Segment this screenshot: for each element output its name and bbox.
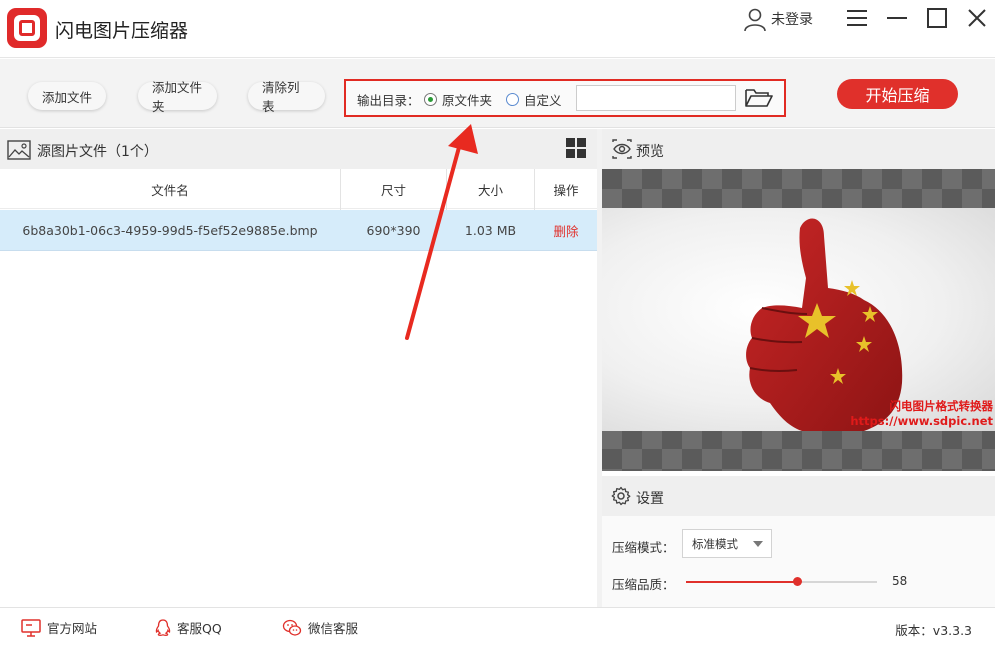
radio-unchecked-icon bbox=[506, 93, 519, 106]
maximize-icon[interactable] bbox=[925, 6, 949, 30]
add-file-button[interactable]: 添加文件 bbox=[28, 82, 106, 110]
compress-mode-value: 标准模式 bbox=[692, 536, 738, 551]
start-compress-button[interactable]: 开始压缩 bbox=[837, 79, 958, 109]
eye-icon bbox=[612, 139, 632, 159]
quality-label: 压缩品质： bbox=[612, 577, 675, 592]
mode-label: 压缩模式： bbox=[612, 540, 675, 555]
file-table-header: 文件名 尺寸 大小 操作 bbox=[0, 169, 597, 209]
radio-custom-folder[interactable]: 自定义 bbox=[506, 90, 562, 109]
wechat-support-link[interactable]: 微信客服 bbox=[282, 618, 358, 637]
quality-slider[interactable] bbox=[686, 577, 877, 586]
wechat-icon bbox=[282, 619, 302, 636]
add-folder-button[interactable]: 添加文件夹 bbox=[138, 80, 217, 114]
radio-original-folder[interactable]: 原文件夹 bbox=[424, 90, 492, 109]
output-label: 输出目录： bbox=[357, 93, 420, 108]
preview-area: 闪电图片格式转换器 https://www.sdpic.net bbox=[602, 169, 995, 471]
app-logo-icon bbox=[7, 8, 47, 48]
output-path-input[interactable] bbox=[576, 85, 736, 111]
wechat-label: 微信客服 bbox=[308, 621, 359, 636]
monitor-icon bbox=[21, 618, 41, 637]
clear-list-button[interactable]: 清除列表 bbox=[248, 80, 325, 114]
column-dimensions[interactable]: 尺寸 bbox=[341, 169, 446, 209]
radio-custom-label: 自定义 bbox=[524, 93, 562, 108]
login-label: 未登录 bbox=[771, 12, 813, 28]
column-action: 操作 bbox=[553, 182, 579, 198]
open-folder-icon[interactable] bbox=[744, 86, 774, 110]
website-label: 官方网站 bbox=[47, 621, 98, 636]
app-window: 闪电图片压缩器 未登录 添加文件 添加文件夹 清除列表 输出目录： 原文件夹 自… bbox=[0, 0, 995, 645]
column-filename[interactable]: 文件名 bbox=[0, 169, 340, 209]
official-website-link[interactable]: 官方网站 bbox=[21, 618, 97, 637]
close-icon[interactable] bbox=[965, 6, 989, 30]
preview-image: 闪电图片格式转换器 https://www.sdpic.net bbox=[602, 208, 995, 431]
settings-panel: 压缩模式： 标准模式 压缩品质： 58 bbox=[602, 516, 995, 607]
column-size[interactable]: 大小 bbox=[447, 169, 534, 209]
radio-original-label: 原文件夹 bbox=[442, 93, 493, 108]
delete-link[interactable]: 删除 bbox=[535, 210, 597, 250]
source-files-header: 源图片文件（1个） bbox=[0, 129, 597, 169]
qq-icon bbox=[155, 618, 171, 636]
app-title: 闪电图片压缩器 bbox=[55, 20, 189, 42]
title-bar: 闪电图片压缩器 未登录 bbox=[0, 0, 995, 58]
quality-slider-fill bbox=[686, 581, 797, 583]
output-directory-group: 输出目录： 原文件夹 自定义 bbox=[344, 79, 786, 117]
cell-filename: 6b8a30b1-06c3-4959-99d5-f5ef52e9885e.bmp bbox=[22, 222, 318, 238]
cell-size: 1.03 MB bbox=[464, 222, 517, 238]
settings-header: 设置 bbox=[602, 476, 995, 516]
qq-support-link[interactable]: 客服QQ bbox=[155, 618, 222, 637]
table-row[interactable]: 6b8a30b1-06c3-4959-99d5-f5ef52e9885e.bmp… bbox=[0, 210, 597, 251]
login-button[interactable]: 未登录 bbox=[742, 6, 813, 32]
chevron-down-icon bbox=[753, 541, 763, 547]
gear-icon bbox=[611, 486, 631, 506]
qq-label: 客服QQ bbox=[177, 621, 222, 636]
version-label: 版本：v3.3.3 bbox=[895, 623, 972, 638]
compress-mode-select[interactable]: 标准模式 bbox=[682, 529, 772, 558]
user-icon bbox=[744, 8, 766, 32]
quality-slider-handle[interactable] bbox=[792, 577, 802, 586]
footer: 官方网站 客服QQ 微信客服 版本：v3.3.3 bbox=[0, 607, 995, 645]
grid-view-icon[interactable] bbox=[566, 138, 587, 159]
minimize-icon[interactable] bbox=[885, 6, 909, 30]
source-files-title: 源图片文件（1个） bbox=[37, 144, 158, 160]
radio-checked-icon bbox=[424, 93, 437, 106]
settings-title: 设置 bbox=[636, 491, 664, 507]
preview-header: 预览 bbox=[602, 129, 995, 169]
quality-value: 58 bbox=[892, 574, 908, 588]
preview-title: 预览 bbox=[636, 144, 664, 160]
toolbar: 添加文件 添加文件夹 清除列表 输出目录： 原文件夹 自定义 开始压缩 bbox=[0, 59, 995, 128]
watermark-url: https://www.sdpic.net bbox=[850, 414, 993, 428]
cell-dimensions: 690*390 bbox=[366, 222, 421, 238]
watermark-title: 闪电图片格式转换器 bbox=[889, 399, 994, 413]
menu-icon[interactable] bbox=[845, 6, 869, 30]
image-icon bbox=[7, 140, 31, 160]
